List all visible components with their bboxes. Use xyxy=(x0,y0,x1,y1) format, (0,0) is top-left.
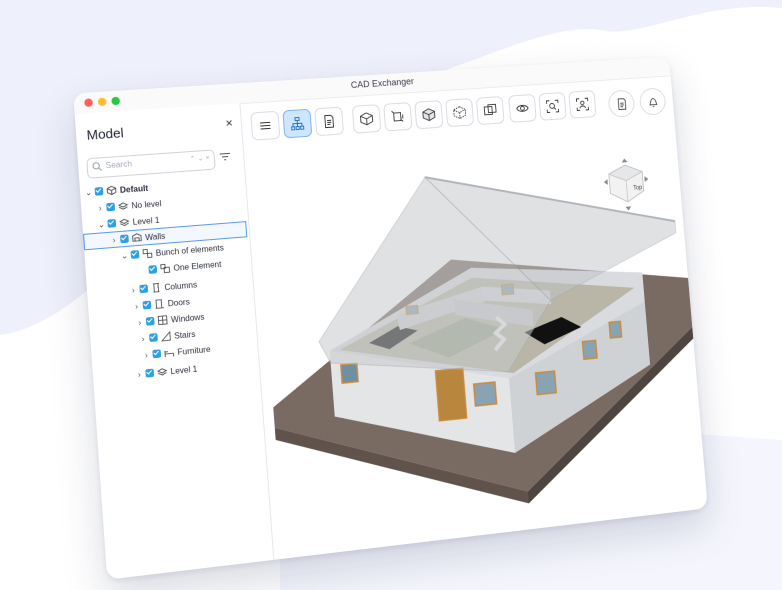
element-icon xyxy=(160,263,171,274)
tree-item-label: Default xyxy=(119,183,149,195)
edges-view-button[interactable] xyxy=(475,96,505,126)
structure-button[interactable] xyxy=(282,108,313,139)
tree-item-label: No level xyxy=(131,198,162,210)
checkbox[interactable] xyxy=(145,316,155,326)
filter-icon[interactable] xyxy=(218,150,231,163)
tree-item-label: Level 1 xyxy=(170,363,198,376)
checkbox[interactable] xyxy=(130,250,140,259)
group-icon xyxy=(142,248,153,259)
chevron-right-icon[interactable]: › xyxy=(110,235,119,245)
checkbox[interactable] xyxy=(145,368,155,378)
chevron-down-icon[interactable]: ⌄ xyxy=(97,219,106,229)
box-edges-icon xyxy=(483,103,497,118)
menu-button[interactable] xyxy=(250,110,281,141)
zoom-fit-icon xyxy=(545,99,559,113)
layers-icon xyxy=(157,366,168,377)
chevron-down-icon[interactable]: ⌄ xyxy=(84,187,93,197)
cube-icon xyxy=(106,185,117,196)
cube-arrow-right-icon[interactable] xyxy=(644,176,649,183)
search-icon xyxy=(92,161,103,172)
walls-icon xyxy=(131,232,142,243)
chevron-right-icon[interactable]: › xyxy=(132,301,141,311)
document-button[interactable] xyxy=(314,106,345,137)
model-panel: Model × Search ⌃ ⌄ × ⌄ Default › No leve… xyxy=(74,103,275,580)
zoom-fit-button[interactable] xyxy=(538,91,567,121)
box-explode-icon xyxy=(390,109,405,124)
checkbox[interactable] xyxy=(119,234,129,244)
explode-view-button[interactable] xyxy=(383,102,413,132)
tree-item-label: One Element xyxy=(173,259,222,273)
notifications-button[interactable] xyxy=(638,87,667,116)
notes-button[interactable] xyxy=(607,89,636,118)
bell-icon xyxy=(646,95,659,108)
box-shaded-icon xyxy=(422,107,437,122)
tree-item-label: Doors xyxy=(167,296,191,308)
tree-item-label: Columns xyxy=(164,279,198,292)
view-cube[interactable]: Top xyxy=(598,156,654,214)
checkbox[interactable] xyxy=(148,265,158,274)
checkbox[interactable] xyxy=(149,333,158,343)
3d-viewport[interactable]: Top xyxy=(244,125,708,560)
document-icon xyxy=(323,114,334,128)
chevron-right-icon[interactable]: › xyxy=(129,285,138,295)
chevron-right-icon[interactable]: › xyxy=(142,350,151,360)
fit-person-icon xyxy=(575,97,589,111)
view-toolbar xyxy=(250,90,597,143)
furniture-icon xyxy=(164,347,175,358)
box-wire-icon xyxy=(452,105,467,120)
structure-icon xyxy=(290,116,305,131)
checkbox[interactable] xyxy=(106,202,116,212)
checkbox[interactable] xyxy=(142,300,152,310)
column-icon xyxy=(151,282,162,293)
search-input[interactable]: Search ⌃ ⌄ × xyxy=(86,149,216,179)
stairs-icon xyxy=(160,331,171,342)
checkbox[interactable] xyxy=(152,349,162,359)
app-window: CAD Exchanger Model × Search ⌃ ⌄ × ⌄ Def… xyxy=(73,56,708,580)
layers-icon xyxy=(119,217,130,228)
tree-item-label: Stairs xyxy=(173,329,196,341)
visibility-button[interactable] xyxy=(508,93,537,123)
chevron-right-icon[interactable]: › xyxy=(135,369,144,379)
checkbox[interactable] xyxy=(107,218,117,228)
chevron-right-icon[interactable]: › xyxy=(135,317,144,327)
panel-title: Model xyxy=(86,125,125,143)
door-icon xyxy=(154,298,165,309)
chevron-right-icon[interactable]: › xyxy=(139,333,148,344)
tree-item-label: Windows xyxy=(170,311,205,325)
chevron-right-icon[interactable]: › xyxy=(96,203,105,213)
wireframe-view-button[interactable] xyxy=(445,98,475,128)
menu-icon xyxy=(258,118,273,133)
tree-item-label: Bunch of elements xyxy=(155,242,225,258)
tree-item-label: Walls xyxy=(144,231,166,242)
close-panel-button[interactable]: × xyxy=(225,116,233,131)
tree-item-level-1-b[interactable]: › Level 1 xyxy=(135,361,198,381)
cube-arrow-up-icon[interactable] xyxy=(621,158,628,163)
checkbox[interactable] xyxy=(94,186,104,196)
cube-arrow-left-icon[interactable] xyxy=(603,179,608,186)
shaded-view-button[interactable] xyxy=(414,100,444,130)
view-cube-face-label: Top xyxy=(633,185,643,192)
notes-icon xyxy=(615,97,628,110)
layers-icon xyxy=(118,201,129,212)
tree-item-label: Furniture xyxy=(177,344,211,357)
search-controls[interactable]: ⌃ ⌄ × xyxy=(189,154,210,164)
chevron-down-icon[interactable]: ⌄ xyxy=(120,250,129,260)
checkbox[interactable] xyxy=(139,284,149,294)
window-icon xyxy=(157,315,168,326)
fit-person-button[interactable] xyxy=(568,90,597,119)
box-section-icon xyxy=(359,111,374,126)
eye-icon xyxy=(515,101,529,115)
tree-item-label: Level 1 xyxy=(132,215,160,227)
search-placeholder: Search xyxy=(105,159,133,171)
cube-arrow-down-icon[interactable] xyxy=(625,206,632,211)
section-view-button[interactable] xyxy=(351,104,382,134)
